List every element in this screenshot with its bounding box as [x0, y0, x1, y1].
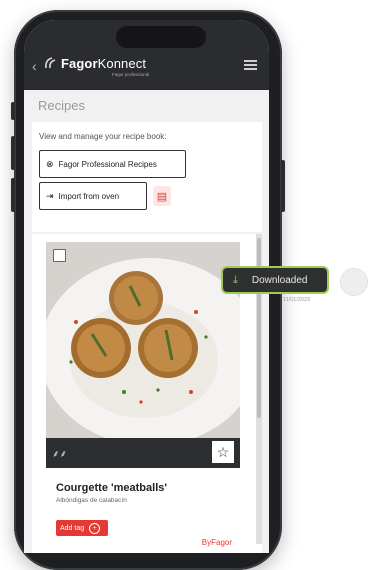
volume-up-button	[11, 136, 15, 170]
fagor-logo-icon	[45, 57, 56, 69]
fagor-professional-recipes-button[interactable]: ⊗ Fagor Professional Recipes	[39, 150, 186, 178]
app-logo: FagorKonnect	[61, 56, 146, 71]
recipe-book-description: View and manage your recipe book:	[39, 132, 167, 141]
add-tag-button[interactable]: Add tag +	[56, 520, 108, 536]
select-checkbox[interactable]	[53, 249, 66, 262]
book-icon[interactable]: ▤	[153, 186, 171, 206]
import-label: Import from oven	[58, 191, 120, 201]
recipe-card[interactable]: ⸙⸙ ☆ Courgette 'meatballs' Albóndigas de…	[46, 242, 240, 553]
close-toast-icon[interactable]	[340, 268, 368, 296]
chef-icon: ⊗	[46, 158, 54, 169]
recipe-photo-bar: ⸙⸙ ☆	[46, 438, 240, 468]
pro-recipes-label: Fagor Professional Recipes	[58, 159, 157, 169]
downloaded-toast: ⤓ Downloaded	[221, 266, 329, 294]
back-icon[interactable]: ‹	[32, 58, 37, 74]
menu-icon[interactable]	[244, 60, 257, 70]
vegetable-icon: ⸙⸙	[52, 449, 67, 460]
star-icon[interactable]: ☆	[212, 441, 234, 463]
recipe-source: ByFagor	[201, 538, 232, 547]
meatballs-image	[46, 242, 240, 438]
recipe-title: Courgette 'meatballs'	[56, 482, 167, 494]
page-title: Recipes	[38, 98, 85, 113]
volume-down-button	[11, 178, 15, 212]
import-from-oven-button[interactable]: ⇥ Import from oven	[39, 182, 147, 210]
dynamic-island	[116, 26, 206, 48]
side-button	[11, 102, 15, 120]
import-icon: ⇥	[46, 190, 54, 201]
power-button	[281, 160, 285, 212]
toast-label: Downloaded	[251, 274, 308, 286]
brand-light: Konnect	[97, 56, 147, 71]
toast-note: 11/01/2023	[283, 297, 311, 303]
brand-bold: Fagor	[61, 56, 98, 71]
brand-subtitle: Fagor professional	[112, 72, 150, 77]
recipe-photo	[46, 242, 240, 438]
recipe-book-card: View and manage your recipe book: ⊗ Fago…	[32, 122, 262, 232]
add-tag-label: Add tag	[60, 524, 85, 532]
recipe-subtitle: Albóndigas de calabacín	[56, 497, 127, 504]
download-icon: ⤓	[233, 273, 238, 286]
scroll-thumb[interactable]	[257, 238, 261, 418]
plus-icon: +	[89, 522, 101, 534]
